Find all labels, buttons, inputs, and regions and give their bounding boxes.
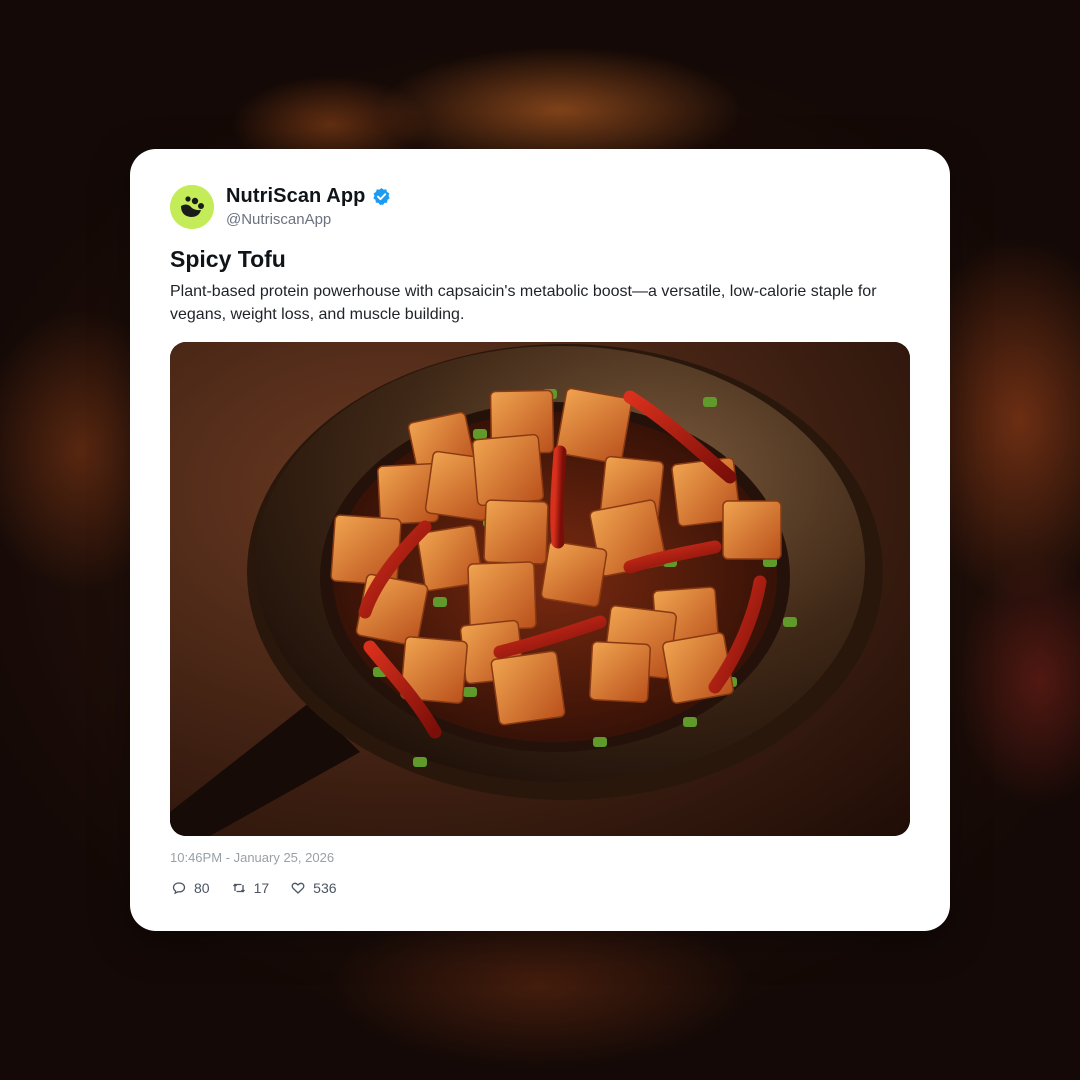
author-row: NutriScan App bbox=[226, 185, 391, 208]
tofu-cube bbox=[467, 561, 537, 631]
like-count: 536 bbox=[313, 880, 337, 896]
post-timestamp: 10:46PM - January 25, 2026 bbox=[170, 850, 335, 865]
tofu-cube bbox=[589, 641, 651, 703]
post-description: Plant-based protein powerhouse with caps… bbox=[170, 283, 877, 323]
scallion-piece bbox=[463, 687, 477, 697]
scallion-piece bbox=[413, 757, 427, 767]
scallion-piece bbox=[703, 397, 717, 407]
repost-button[interactable]: 17 bbox=[232, 880, 270, 896]
reply-button[interactable]: 80 bbox=[172, 880, 210, 896]
heart-icon bbox=[291, 881, 305, 895]
post-image[interactable] bbox=[170, 342, 910, 836]
verified-badge-icon bbox=[372, 187, 391, 206]
repost-icon bbox=[232, 881, 246, 895]
tofu-cube bbox=[471, 433, 545, 507]
scallion-piece bbox=[783, 617, 797, 627]
scallion-piece bbox=[433, 597, 447, 607]
like-button[interactable]: 536 bbox=[291, 880, 337, 896]
nutriscan-logo-icon[interactable] bbox=[170, 185, 214, 229]
tofu-cube bbox=[540, 540, 608, 608]
reply-count: 80 bbox=[194, 880, 210, 896]
tofu-cube bbox=[722, 500, 782, 560]
post-card: NutriScan App @NutriscanApp Spicy Tofu P… bbox=[130, 149, 950, 931]
scallion-piece bbox=[473, 429, 487, 439]
scallion-piece bbox=[683, 717, 697, 727]
tofu-cube bbox=[490, 650, 566, 726]
red-chili bbox=[550, 445, 567, 549]
repost-count: 17 bbox=[253, 880, 270, 896]
scallion-piece bbox=[593, 737, 607, 747]
author-name[interactable]: NutriScan App bbox=[226, 185, 365, 208]
tofu-cube bbox=[555, 387, 633, 465]
post-title: Spicy Tofu bbox=[170, 246, 286, 272]
author-handle[interactable]: @NutriscanApp bbox=[226, 211, 331, 228]
tofu-cube bbox=[483, 499, 549, 565]
comment-icon bbox=[172, 881, 186, 895]
engagement-bar: 80 17 536 bbox=[172, 880, 337, 896]
